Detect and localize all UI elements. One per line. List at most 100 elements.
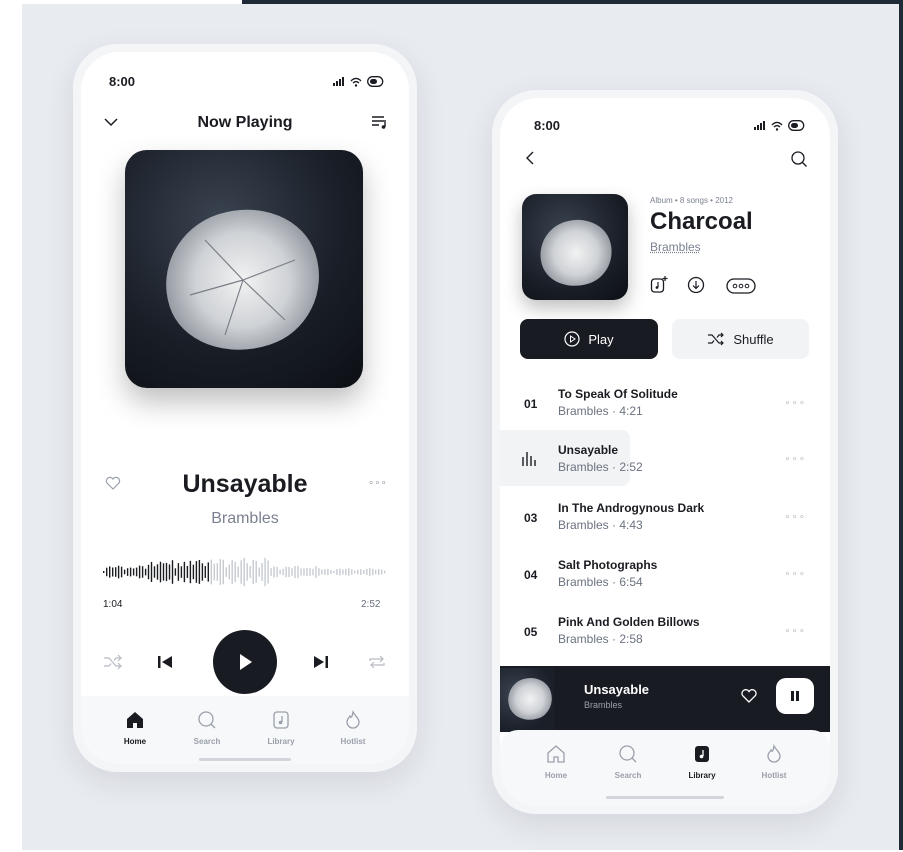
nav-hotlist-label: Hotlist [761, 771, 787, 780]
library-icon [695, 746, 709, 762]
track-subtitle: Brambles · 6:54 [558, 575, 643, 589]
track-title: Salt Photographs [558, 558, 658, 572]
waveform-bar [112, 567, 114, 577]
nav-search[interactable]: Search [598, 744, 658, 780]
waveform-bar [366, 568, 368, 575]
library-icon [273, 711, 289, 729]
back-icon[interactable] [524, 150, 536, 166]
waveform-bar [147, 564, 150, 580]
track-row[interactable]: 01 To Speak Of Solitude Brambles · 4:21 … [500, 384, 830, 428]
shuffle-icon [708, 332, 725, 346]
bottom-nav: Home Search Library Hotlist [81, 696, 409, 764]
track-more-icon[interactable]: ∘∘∘ [784, 512, 806, 523]
waveform-bar [360, 569, 362, 575]
waveform-bar [120, 566, 123, 578]
waveform-bar [115, 567, 117, 577]
more-options-icon[interactable] [726, 278, 756, 294]
waveform-bar [336, 569, 338, 575]
nav-library[interactable]: Library [251, 710, 311, 746]
shuffle-button[interactable]: Shuffle [672, 319, 809, 359]
waveform-bar [168, 564, 171, 580]
album-artwork [125, 150, 363, 388]
waveform-bar [300, 568, 302, 576]
track-number: 04 [524, 568, 538, 582]
waveform-bar [267, 560, 269, 584]
play-icon [240, 654, 252, 670]
nav-hotlist[interactable]: Hotlist [323, 709, 383, 746]
album-title: Charcoal [650, 208, 753, 235]
track-title: Pink And Golden Billows [558, 615, 700, 629]
track-row-playing[interactable]: Unsayable Brambles · 2:52 ∘∘∘ [500, 430, 830, 486]
home-indicator [199, 758, 291, 761]
status-time: 8:00 [534, 118, 561, 133]
nav-library-label: Library [267, 737, 295, 746]
waveform-bar [318, 568, 320, 576]
home-indicator [606, 796, 724, 799]
waveform-bar [345, 568, 347, 576]
waveform-bar [117, 565, 120, 579]
previous-icon[interactable] [157, 654, 173, 670]
next-icon[interactable] [313, 654, 329, 670]
track-number: 01 [524, 397, 538, 411]
waveform-bar [339, 568, 341, 576]
more-icon[interactable]: ∘∘∘ [368, 478, 387, 489]
waveform-bar [306, 567, 308, 576]
frame-bar-top [242, 0, 903, 4]
flame-icon [346, 709, 360, 729]
waveform-bar [231, 560, 233, 584]
cover-stump [531, 210, 621, 296]
waveform-bar [141, 566, 144, 578]
nav-hotlist[interactable]: Hotlist [744, 743, 804, 780]
waveform-bar [294, 565, 296, 579]
waveform-bar [153, 566, 156, 578]
search-icon[interactable] [790, 150, 808, 168]
mini-player[interactable]: Unsayable Brambles [500, 666, 830, 732]
waveform-bar [255, 561, 257, 583]
pause-button[interactable] [776, 678, 814, 714]
bottom-nav: Home Search Library Hotlist [500, 730, 830, 806]
waveform-bar [291, 568, 293, 576]
heart-icon[interactable] [740, 688, 758, 704]
track-row[interactable]: 04 Salt Photographs Brambles · 6:54 ∘∘∘ [500, 555, 830, 599]
queue-icon[interactable] [371, 115, 389, 129]
song-title: Unsayable [182, 470, 308, 498]
waveform-bar [378, 569, 380, 575]
waveform-bar [252, 560, 254, 584]
waveform-bar [276, 566, 278, 577]
play-button[interactable] [213, 630, 277, 694]
wifi-icon [350, 77, 362, 87]
track-more-icon[interactable]: ∘∘∘ [784, 398, 806, 409]
track-more-icon[interactable]: ∘∘∘ [784, 569, 806, 580]
wifi-icon [771, 121, 783, 131]
track-row[interactable]: 03 In The Androgynous Dark Brambles · 4:… [500, 498, 830, 542]
add-to-playlist-icon[interactable] [650, 276, 668, 294]
waveform-bar [354, 570, 356, 574]
waveform-bar [177, 563, 180, 581]
shuffle-icon[interactable] [103, 654, 123, 670]
waveform-bar [186, 566, 189, 578]
track-more-icon[interactable]: ∘∘∘ [784, 454, 806, 465]
nav-home[interactable]: Home [105, 710, 165, 746]
nav-home[interactable]: Home [526, 744, 586, 780]
waveform-bar [228, 564, 230, 580]
waveform-bar [109, 566, 111, 578]
repeat-icon[interactable] [367, 654, 387, 670]
track-title: Unsayable [558, 443, 619, 457]
play-button[interactable]: Play [520, 319, 658, 359]
waveform-scrubber[interactable] [103, 550, 387, 594]
waveform-bar [246, 563, 248, 581]
track-more-icon[interactable]: ∘∘∘ [784, 626, 806, 637]
battery-icon [788, 120, 805, 131]
download-icon[interactable] [687, 276, 705, 294]
total-time: 2:52 [361, 599, 381, 610]
nav-library[interactable]: Library [672, 744, 732, 780]
waveform-bar [126, 568, 129, 576]
nav-search[interactable]: Search [177, 710, 237, 746]
waveform-bar [135, 567, 138, 577]
waveform-bar [261, 563, 263, 581]
album-artist[interactable]: Brambles [650, 240, 701, 254]
search-icon [619, 745, 637, 763]
track-row[interactable]: 05 Pink And Golden Billows Brambles · 2:… [500, 612, 830, 656]
waveform-bar [240, 560, 242, 584]
waveform-bar [279, 569, 281, 575]
